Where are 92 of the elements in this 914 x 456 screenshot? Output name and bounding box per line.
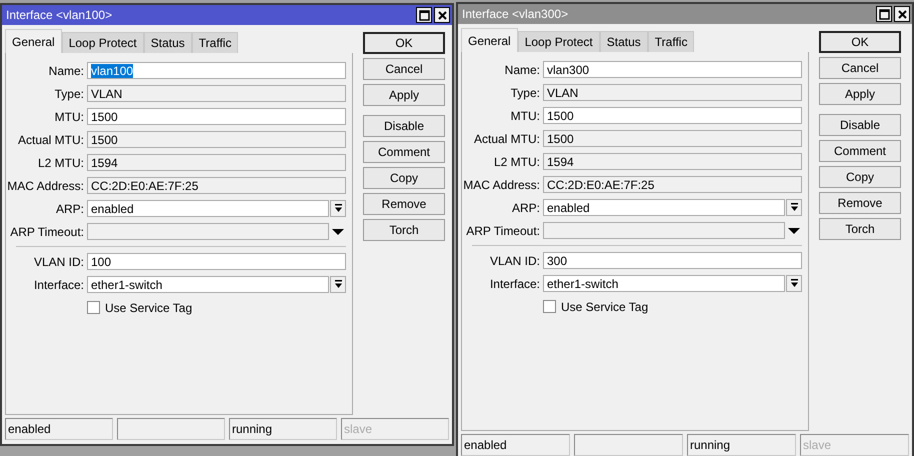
- field-label: VLAN ID:: [488, 254, 541, 268]
- status-cell: slave: [800, 434, 909, 456]
- dialog-button[interactable]: Copy: [363, 167, 445, 189]
- dropdown-button[interactable]: [330, 276, 346, 293]
- field-label: Interface:: [488, 276, 541, 290]
- dialog-button[interactable]: Comment: [819, 140, 901, 162]
- close-button[interactable]: [894, 6, 910, 22]
- dropdown-icon: [334, 280, 343, 289]
- status-cell: enabled: [461, 434, 570, 456]
- field-label: ARP Timeout:: [465, 224, 541, 238]
- field-label: MAC Address:: [462, 178, 541, 192]
- field-label: ARP:: [54, 202, 85, 216]
- tab[interactable]: Loop Protect: [62, 32, 144, 53]
- status-cell: running: [687, 434, 796, 456]
- close-icon: [436, 10, 448, 20]
- status-cell: running: [229, 418, 337, 440]
- dropdown-arrow-icon: [788, 226, 800, 234]
- readonly-field: CC:2D:E0:AE:7F:25: [543, 176, 802, 193]
- field-label: Name:: [48, 64, 85, 78]
- close-button[interactable]: [434, 7, 450, 23]
- field-label: MAC Address:: [6, 178, 85, 192]
- input-field[interactable]: 300: [543, 252, 802, 269]
- field-label: ARP Timeout:: [9, 224, 85, 238]
- readonly-field: VLAN: [543, 84, 802, 101]
- readonly-field: 1500: [87, 131, 346, 148]
- dialog-button[interactable]: Cancel: [363, 58, 445, 80]
- dropdown-button[interactable]: [330, 200, 346, 217]
- dialog-button[interactable]: Apply: [819, 83, 901, 105]
- dropdown-field[interactable]: enabled: [87, 200, 330, 217]
- field-label: Interface:: [32, 278, 85, 292]
- maximize-button[interactable]: [416, 7, 432, 23]
- dropdown-field[interactable]: enabled: [543, 199, 786, 216]
- checkbox[interactable]: [87, 301, 100, 314]
- dialog-button[interactable]: Torch: [363, 219, 445, 241]
- tab[interactable]: Traffic: [192, 32, 238, 53]
- tab[interactable]: Loop Protect: [518, 31, 600, 52]
- status-cell: slave: [341, 418, 449, 440]
- dropdown-icon: [790, 203, 799, 212]
- field-label: Name:: [504, 62, 541, 76]
- input-field[interactable]: 1500: [543, 107, 802, 124]
- input-field[interactable]: vlan300: [543, 61, 802, 78]
- tab[interactable]: Status: [600, 31, 648, 52]
- readonly-field: VLAN: [87, 85, 346, 102]
- input-field[interactable]: vlan100: [87, 62, 346, 79]
- field-label: L2 MTU:: [492, 154, 541, 168]
- dialog-button[interactable]: Disable: [819, 114, 901, 136]
- dialog-button[interactable]: Copy: [819, 166, 901, 188]
- field-label: Type:: [54, 86, 85, 100]
- dialog-button[interactable]: Comment: [363, 141, 445, 163]
- dropdown-arrow-icon: [332, 228, 344, 236]
- readonly-field: 1594: [543, 153, 802, 170]
- input-field[interactable]: 100: [87, 253, 346, 270]
- field-label: L2 MTU:: [36, 156, 85, 170]
- dialog-button[interactable]: Remove: [819, 192, 901, 214]
- field-label: Actual MTU:: [472, 132, 541, 146]
- readonly-field: CC:2D:E0:AE:7F:25: [87, 177, 346, 194]
- field-label: Type:: [510, 86, 541, 100]
- tab[interactable]: Status: [144, 32, 192, 53]
- dialog-button[interactable]: OK: [363, 32, 445, 54]
- checkbox-label: Use Service Tag: [105, 300, 192, 314]
- window-title: Interface <vlan300>: [462, 7, 570, 21]
- dialog-button[interactable]: Disable: [363, 115, 445, 137]
- dropdown-field[interactable]: ether1-switch: [543, 275, 786, 292]
- readonly-field: 1500: [543, 130, 802, 147]
- field-label: MTU:: [510, 108, 541, 122]
- window-title: Interface <vlan100>: [6, 8, 114, 22]
- dropdown-icon: [790, 279, 799, 288]
- tab[interactable]: Traffic: [648, 31, 694, 52]
- field-label: Actual MTU:: [16, 132, 85, 146]
- maximize-icon: [418, 10, 430, 20]
- field-label: MTU:: [54, 110, 85, 124]
- dialog-button[interactable]: Torch: [819, 218, 901, 240]
- readonly-field: 1594: [87, 154, 346, 171]
- dropdown-icon: [334, 204, 343, 213]
- field-label: ARP:: [510, 200, 541, 214]
- checkbox[interactable]: [543, 300, 556, 313]
- dialog-button[interactable]: OK: [819, 31, 901, 53]
- tab[interactable]: General: [5, 29, 62, 53]
- input-field[interactable]: 1500: [87, 108, 346, 125]
- status-cell: enabled: [5, 418, 113, 440]
- field-label: VLAN ID:: [32, 254, 85, 268]
- dropdown-button[interactable]: [786, 275, 802, 292]
- maximize-button[interactable]: [876, 6, 892, 22]
- close-icon: [896, 8, 908, 20]
- dropdown-field[interactable]: ether1-switch: [87, 276, 330, 293]
- maximize-icon: [878, 8, 890, 20]
- dropdown-button[interactable]: [786, 199, 802, 216]
- checkbox-label: Use Service Tag: [561, 300, 648, 314]
- dialog-button[interactable]: Cancel: [819, 57, 901, 79]
- dialog-button[interactable]: Apply: [363, 84, 445, 106]
- dialog-button[interactable]: Remove: [363, 193, 445, 215]
- tab[interactable]: General: [461, 28, 518, 52]
